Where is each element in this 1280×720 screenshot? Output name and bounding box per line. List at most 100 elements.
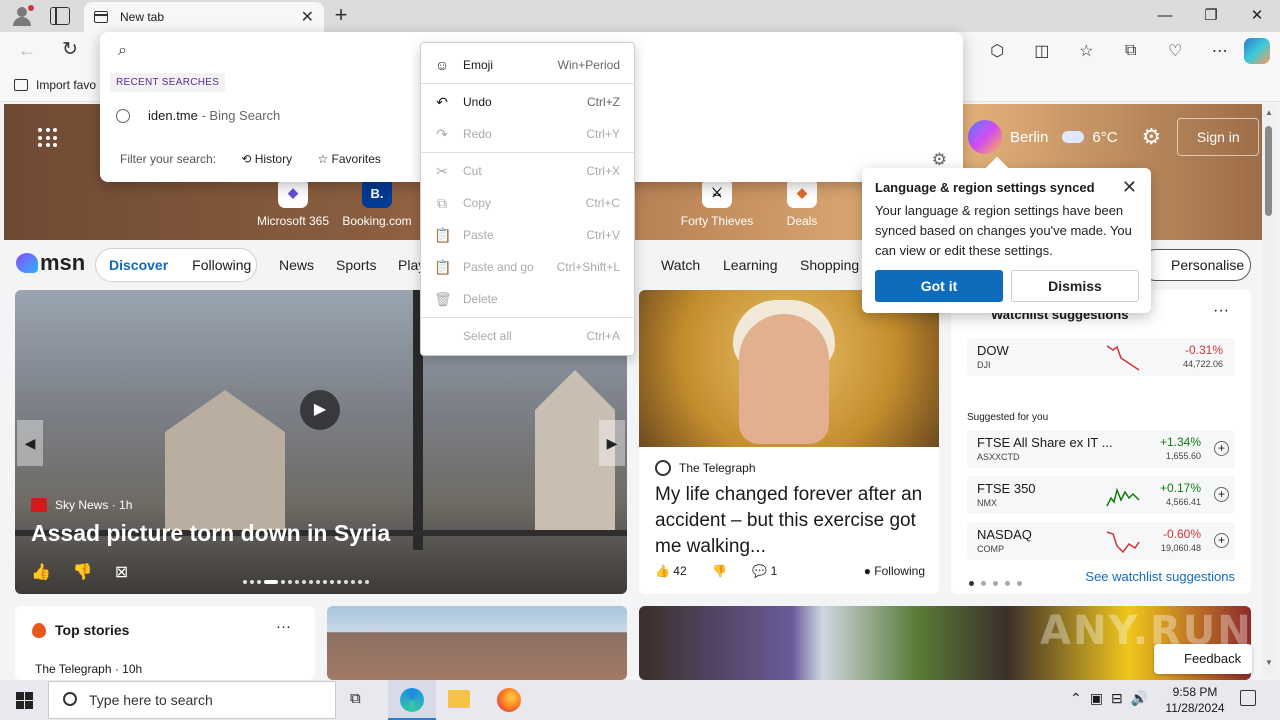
copilot-avatar-icon[interactable] <box>968 120 1002 154</box>
dislike-icon[interactable]: 👎 <box>712 564 727 578</box>
like-icon[interactable]: 👍 <box>655 564 670 578</box>
carousel-next-icon[interactable]: ▶ <box>599 420 625 466</box>
stock-price: 19,060.48 <box>1160 543 1201 553</box>
close-window-button[interactable]: ✕ <box>1234 0 1280 32</box>
device-icon[interactable]: ▣ <box>1090 690 1103 706</box>
menu-item-delete[interactable]: 🗑 Delete <box>421 285 636 313</box>
app-launcher-icon[interactable] <box>38 128 58 148</box>
see-watchlist-link[interactable]: See watchlist suggestions <box>1085 569 1235 584</box>
msn-logo[interactable]: msn <box>16 250 85 276</box>
scroll-down-icon[interactable]: ▼ <box>1265 658 1273 667</box>
puzzle-icon[interactable]: ⬡ <box>975 41 1020 61</box>
search-settings-gear-icon[interactable]: ⚙ <box>932 150 947 170</box>
taskbar-search-box[interactable]: Type here to search <box>48 681 336 719</box>
tab-discover[interactable]: Discover <box>109 257 168 273</box>
dismiss-button[interactable]: Dismiss <box>1011 270 1139 302</box>
watchlist-pager[interactable] <box>969 574 1029 589</box>
tab-new-tab[interactable]: New tab ✕ <box>84 2 324 32</box>
sign-in-button[interactable]: Sign in <box>1177 118 1260 156</box>
hide-story-icon[interactable]: ⊠ <box>115 564 128 581</box>
menu-item-paste[interactable]: 📋 Paste Ctrl+V <box>421 221 636 249</box>
menu-item-undo[interactable]: ↶ Undo Ctrl+Z <box>421 88 636 116</box>
more-options-icon[interactable]: ··· <box>1213 302 1229 320</box>
new-tab-button[interactable]: + <box>330 3 352 29</box>
thumbs-up-icon[interactable]: 👍 <box>31 564 51 581</box>
settings-gear-icon[interactable]: ⚙ <box>1142 124 1162 150</box>
edge-taskbar-icon[interactable] <box>388 680 436 720</box>
reload-icon[interactable]: ↻ <box>62 38 78 61</box>
favorites-star-icon[interactable]: ☆ <box>1064 41 1109 61</box>
stock-row[interactable]: FTSE All Share ex IT ... ASXXCTD +1.34% … <box>967 430 1235 468</box>
scroll-up-icon[interactable]: ▲ <box>1265 108 1273 117</box>
stock-row[interactable]: FTSE 350 NMX +0.17% 4,566.41 + <box>967 476 1235 514</box>
windows-start-icon[interactable] <box>0 680 48 720</box>
more-options-icon[interactable]: ··· <box>276 618 291 635</box>
shortcut-booking[interactable]: B. Booking.com <box>337 178 417 228</box>
nav-news[interactable]: News <box>279 257 314 273</box>
filter-favorites-button[interactable]: ☆ Favorites <box>317 152 380 166</box>
story-title[interactable]: My life changed forever after an acciden… <box>655 482 927 560</box>
maximize-button[interactable]: ❐ <box>1188 0 1234 32</box>
nav-shopping[interactable]: Shopping <box>800 257 859 273</box>
import-favorites-link[interactable]: Import favo <box>14 78 96 92</box>
feedback-button[interactable]: Feedback <box>1154 644 1252 674</box>
carousel-prev-icon[interactable]: ◀ <box>17 420 43 466</box>
taskbar-clock[interactable]: 9:58 PM 11/28/2024 <box>1165 684 1225 716</box>
add-to-watchlist-icon[interactable]: + <box>1214 487 1229 502</box>
top-story-source[interactable]: The Telegraph · 10h <box>35 662 142 676</box>
shortcut-deals[interactable]: ◆ Deals <box>762 178 842 228</box>
tab-close-icon[interactable]: ✕ <box>301 7 314 27</box>
back-arrow-icon[interactable]: ← <box>18 40 36 61</box>
popup-title: Language & region settings synced <box>875 180 1095 195</box>
hero-title[interactable]: Assad picture torn down in Syria <box>31 520 390 547</box>
story-image[interactable] <box>327 606 627 680</box>
split-screen-icon[interactable]: ◫ <box>1020 41 1065 61</box>
filter-history-button[interactable]: ⟲ History <box>241 152 292 166</box>
shortcut-microsoft-365[interactable]: ◆ Microsoft 365 <box>253 178 333 228</box>
shortcut-forty-thieves[interactable]: ⚔ Forty Thieves <box>677 178 757 228</box>
file-explorer-icon[interactable] <box>448 690 470 708</box>
tab-actions-icon[interactable] <box>50 7 70 25</box>
stock-row[interactable]: NASDAQ COMP -0.60% 19,060.48 + <box>967 522 1235 560</box>
notification-center-icon[interactable] <box>1240 690 1256 706</box>
collections-icon[interactable]: ⧉ <box>1109 42 1154 60</box>
menu-item-select-all[interactable]: Select all Ctrl+A <box>421 322 636 350</box>
more-icon[interactable]: ⋯ <box>1198 41 1243 61</box>
task-view-icon[interactable]: ⧉ <box>350 690 370 710</box>
stock-row[interactable]: DOW DJI -0.31% 44,722.06 <box>967 338 1235 376</box>
copilot-icon[interactable] <box>1244 38 1270 64</box>
menu-item-paste-and-go[interactable]: 📋 Paste and go Ctrl+Shift+L <box>421 253 636 281</box>
menu-item-redo[interactable]: ↷ Redo Ctrl+Y <box>421 120 636 148</box>
close-icon[interactable]: ✕ <box>1122 177 1137 198</box>
scrollbar-thumb[interactable] <box>1265 126 1272 216</box>
firefox-icon[interactable] <box>497 688 521 712</box>
profile-avatar-icon[interactable] <box>10 5 34 27</box>
menu-item-emoji[interactable]: ☺ Emoji Win+Period <box>421 51 636 79</box>
weather-city[interactable]: Berlin <box>1010 129 1048 146</box>
heart-performance-icon[interactable]: ♡ <box>1153 41 1198 61</box>
following-status[interactable]: ● Following <box>864 564 925 578</box>
minimize-button[interactable]: — <box>1142 0 1188 32</box>
nav-learning[interactable]: Learning <box>723 257 778 273</box>
add-to-watchlist-icon[interactable]: + <box>1214 533 1229 548</box>
carousel-dots[interactable] <box>243 572 399 584</box>
personalise-button[interactable]: Personalise <box>1140 249 1251 281</box>
network-icon[interactable]: ⊟ <box>1111 690 1123 706</box>
nav-watch[interactable]: Watch <box>661 257 700 273</box>
nav-sports[interactable]: Sports <box>336 257 376 273</box>
tab-following[interactable]: Following <box>192 257 251 273</box>
got-it-button[interactable]: Got it <box>875 270 1003 302</box>
recent-search-item[interactable]: iden.tme - Bing Search <box>116 108 280 123</box>
comment-icon[interactable]: 💬 <box>752 564 767 578</box>
menu-item-cut[interactable]: ✂ Cut Ctrl+X <box>421 157 636 185</box>
thumbs-down-icon[interactable]: 👎 <box>73 564 93 581</box>
telegraph-story-card[interactable]: The Telegraph My life changed forever af… <box>639 290 939 594</box>
volume-icon[interactable]: 🔊 <box>1131 690 1148 706</box>
play-icon[interactable]: ▶ <box>300 390 340 430</box>
menu-item-copy[interactable]: ⧉ Copy Ctrl+C <box>421 189 636 217</box>
add-to-watchlist-icon[interactable]: + <box>1214 441 1229 456</box>
menu-item-shortcut: Ctrl+X <box>586 164 620 178</box>
chevron-up-icon[interactable]: ⌃ <box>1070 690 1082 706</box>
hero-source: Sky News · 1h <box>31 498 132 512</box>
weather-temperature[interactable]: 6°C <box>1092 129 1117 146</box>
